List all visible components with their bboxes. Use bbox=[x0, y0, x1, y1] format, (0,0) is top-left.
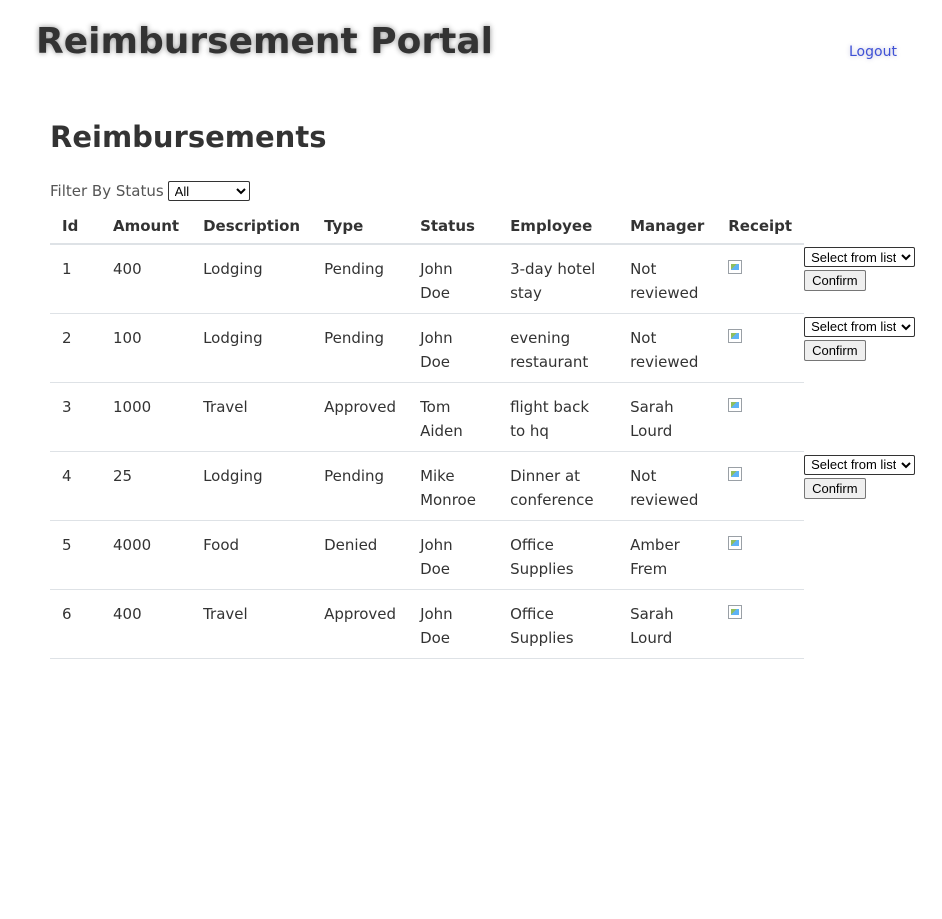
filter-label: Filter By Status bbox=[50, 182, 164, 200]
column-header-id: Id bbox=[50, 208, 101, 245]
cell-id: 2 bbox=[50, 313, 101, 383]
cell-status: John Doe bbox=[408, 244, 499, 314]
cell-actions: Select from list Confirm bbox=[804, 314, 916, 383]
cell-receipt bbox=[716, 244, 805, 314]
page-title: Reimbursements bbox=[50, 120, 327, 154]
cell-actions bbox=[804, 383, 915, 452]
cell-amount: 25 bbox=[101, 451, 192, 521]
cell-description: Lodging bbox=[191, 244, 313, 314]
cell-description: Lodging bbox=[191, 313, 313, 383]
cell-status: John Doe bbox=[408, 520, 499, 590]
cell-description: Travel bbox=[191, 589, 313, 659]
cell-manager: Amber Frem bbox=[618, 520, 717, 590]
cell-type: Approved bbox=[312, 382, 409, 452]
cell-id: 5 bbox=[50, 520, 101, 590]
cell-manager: Sarah Lourd bbox=[618, 589, 717, 659]
cell-receipt bbox=[716, 451, 805, 521]
column-header-description: Description bbox=[191, 208, 313, 245]
cell-employee: Dinner at conference bbox=[498, 451, 619, 521]
header: Reimbursement Portal Logout bbox=[0, 0, 942, 90]
status-filter-select[interactable]: All bbox=[167, 181, 250, 201]
column-header-employee: Employee bbox=[498, 208, 619, 245]
cell-id: 3 bbox=[50, 382, 101, 452]
cell-id: 6 bbox=[50, 589, 101, 659]
cell-employee: flight back to hq bbox=[498, 382, 619, 452]
cell-type: Pending bbox=[312, 313, 409, 383]
cell-amount: 400 bbox=[101, 589, 192, 659]
cell-amount: 400 bbox=[101, 244, 192, 314]
cell-manager: Not reviewed bbox=[618, 451, 717, 521]
cell-receipt bbox=[716, 313, 805, 383]
cell-actions: Select from list Confirm bbox=[804, 452, 916, 521]
cell-employee: Office Supplies bbox=[498, 589, 619, 659]
cell-employee: evening restaurant bbox=[498, 313, 619, 383]
table-row: 3 1000 Travel Approved Tom Aiden flight back … bbox=[50, 382, 915, 452]
table-row: 4 25 Lodging Pending Mike Monroe Dinner at co… bbox=[50, 451, 916, 521]
confirm-button[interactable]: Confirm bbox=[804, 270, 866, 291]
cell-id: 1 bbox=[50, 244, 101, 314]
cell-employee: 3-day hotel stay bbox=[498, 244, 619, 314]
cell-amount: 1000 bbox=[101, 382, 192, 452]
cell-actions: Select from list Confirm bbox=[804, 244, 916, 314]
app-title: Reimbursement Portal bbox=[36, 21, 493, 62]
cell-status: John Doe bbox=[408, 313, 499, 383]
broken-image-icon[interactable] bbox=[728, 536, 743, 550]
column-header-manager: Manager bbox=[618, 208, 717, 245]
cell-description: Lodging bbox=[191, 451, 313, 521]
column-header-type: Type bbox=[312, 208, 409, 245]
broken-image-icon[interactable] bbox=[728, 398, 743, 412]
cell-status: John Doe bbox=[408, 589, 499, 659]
cell-amount: 100 bbox=[101, 313, 192, 383]
cell-id: 4 bbox=[50, 451, 101, 521]
cell-type: Approved bbox=[312, 589, 409, 659]
cell-employee: Office Supplies bbox=[498, 520, 619, 590]
logout-link[interactable]: Logout bbox=[849, 44, 897, 60]
cell-actions bbox=[804, 590, 915, 659]
cell-status: Mike Monroe bbox=[408, 451, 499, 521]
status-action-select[interactable]: Select from list bbox=[804, 454, 916, 475]
column-header-receipt: Receipt bbox=[716, 208, 805, 245]
cell-manager: Not reviewed bbox=[618, 313, 717, 383]
table-row: 2 100 Lodging Pending John Doe evening restau… bbox=[50, 313, 916, 383]
cell-receipt bbox=[716, 382, 805, 452]
cell-actions bbox=[804, 521, 915, 590]
table-header-row: Id Amount Description Type Status Employ… bbox=[50, 208, 915, 245]
status-action-select[interactable]: Select from list bbox=[804, 247, 916, 267]
column-header-amount: Amount bbox=[101, 208, 192, 245]
broken-image-icon[interactable] bbox=[728, 329, 743, 343]
status-action-select[interactable]: Select from list bbox=[804, 316, 916, 337]
broken-image-icon[interactable] bbox=[728, 467, 743, 481]
broken-image-icon[interactable] bbox=[728, 260, 743, 274]
cell-amount: 4000 bbox=[101, 520, 192, 590]
confirm-button[interactable]: Confirm bbox=[804, 477, 866, 499]
confirm-button[interactable]: Confirm bbox=[804, 339, 866, 361]
table-row: 5 4000 Food Denied John Doe Office Supplies Am… bbox=[50, 520, 915, 590]
cell-status: Tom Aiden bbox=[408, 382, 499, 452]
cell-manager: Sarah Lourd bbox=[618, 382, 717, 452]
cell-description: Travel bbox=[191, 382, 313, 452]
cell-description: Food bbox=[191, 520, 313, 590]
cell-type: Pending bbox=[312, 244, 409, 314]
column-header-status: Status bbox=[408, 208, 499, 245]
cell-type: Denied bbox=[312, 520, 409, 590]
status-filter: Filter By Status All bbox=[50, 181, 250, 201]
table-row: 1 400 Lodging Pending John Doe 3-day hotel st… bbox=[50, 244, 916, 314]
table-body: 1 400 Lodging Pending John Doe 3-day hotel st… bbox=[50, 244, 916, 659]
cell-receipt bbox=[716, 589, 805, 659]
reimbursements-table: Id Amount Description Type Status Employ… bbox=[50, 208, 916, 659]
table-row: 6 400 Travel Approved John Doe Office Supplie… bbox=[50, 589, 915, 659]
cell-manager: Not reviewed bbox=[618, 244, 717, 314]
cell-type: Pending bbox=[312, 451, 409, 521]
cell-receipt bbox=[716, 520, 805, 590]
broken-image-icon[interactable] bbox=[728, 605, 743, 619]
